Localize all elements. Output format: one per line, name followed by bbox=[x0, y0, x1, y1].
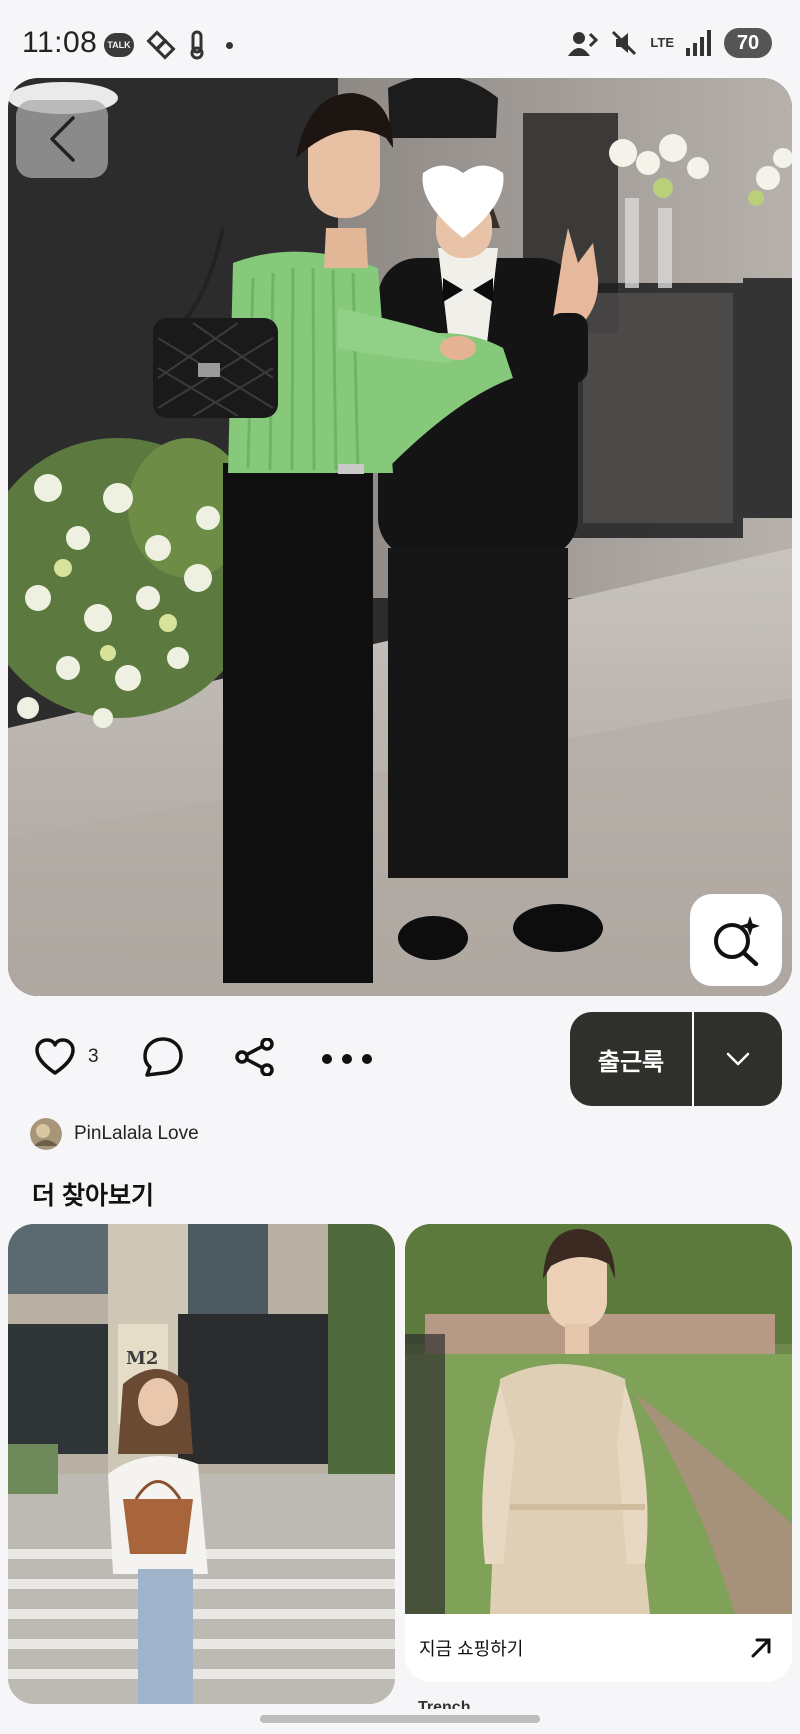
visual-search-icon bbox=[714, 916, 760, 966]
home-indicator[interactable] bbox=[260, 1715, 540, 1723]
chevron-down-icon bbox=[726, 1052, 750, 1066]
more-options-button[interactable] bbox=[322, 1054, 372, 1064]
related-pin-image bbox=[405, 1224, 792, 1614]
status-left-icons: TALK bbox=[104, 30, 233, 60]
share-icon bbox=[235, 1038, 274, 1076]
related-pin-card-shopping[interactable]: 지금 쇼핑하기 bbox=[405, 1224, 792, 1682]
notification-dot-icon bbox=[226, 41, 233, 49]
pin-image-illustration bbox=[8, 78, 792, 996]
pin-image[interactable] bbox=[8, 78, 792, 996]
signal-icon bbox=[686, 30, 711, 56]
more-dots-icon bbox=[322, 1054, 372, 1064]
related-pin-title: Trench bbox=[418, 1699, 471, 1709]
board-picker-button[interactable] bbox=[694, 1012, 782, 1106]
save-to-board-button[interactable]: 출근룩 bbox=[570, 1012, 782, 1106]
shop-now-label[interactable]: 지금 쇼핑하기 bbox=[419, 1635, 523, 1661]
board-name[interactable]: 출근룩 bbox=[570, 1012, 694, 1106]
battery-indicator: 70 bbox=[724, 28, 778, 58]
status-time: 11:08 bbox=[22, 26, 98, 59]
linked-diamond-icon bbox=[146, 30, 176, 60]
related-pin-card[interactable]: M2 bbox=[8, 1224, 395, 1704]
like-count: 3 bbox=[88, 1046, 99, 1067]
avatar[interactable] bbox=[30, 1118, 62, 1150]
kakao-talk-icon: TALK bbox=[104, 33, 134, 57]
shop-now-bar[interactable]: 지금 쇼핑하기 bbox=[405, 1614, 792, 1682]
heart-icon[interactable] bbox=[34, 1038, 76, 1076]
status-bar: 11:08 TALK LTE 70 bbox=[0, 0, 800, 78]
pin-actions: 3 출근룩 bbox=[0, 1000, 800, 1120]
chevron-left-icon bbox=[50, 116, 75, 162]
pinner-name[interactable]: PinLalala Love bbox=[74, 1123, 199, 1145]
visual-search-button[interactable] bbox=[690, 894, 782, 986]
share-button[interactable] bbox=[234, 1038, 276, 1076]
arrow-up-right-icon bbox=[751, 1638, 771, 1658]
like-group: 3 bbox=[34, 1038, 99, 1076]
more-ideas-title: 더 찾아보기 bbox=[32, 1182, 154, 1210]
svg-text:M2: M2 bbox=[126, 1348, 158, 1369]
mute-icon bbox=[612, 30, 637, 56]
back-button[interactable] bbox=[16, 100, 108, 178]
network-type: LTE bbox=[650, 35, 674, 50]
comment-icon bbox=[143, 1037, 183, 1077]
pinner-info[interactable]: PinLalala Love bbox=[30, 1118, 199, 1150]
comment-button[interactable] bbox=[142, 1036, 184, 1078]
related-pin-image: M2 bbox=[8, 1224, 395, 1704]
hotspot-user-icon bbox=[568, 32, 599, 56]
status-right-icons: LTE 70 bbox=[568, 28, 778, 58]
thermometer-icon bbox=[190, 30, 204, 60]
